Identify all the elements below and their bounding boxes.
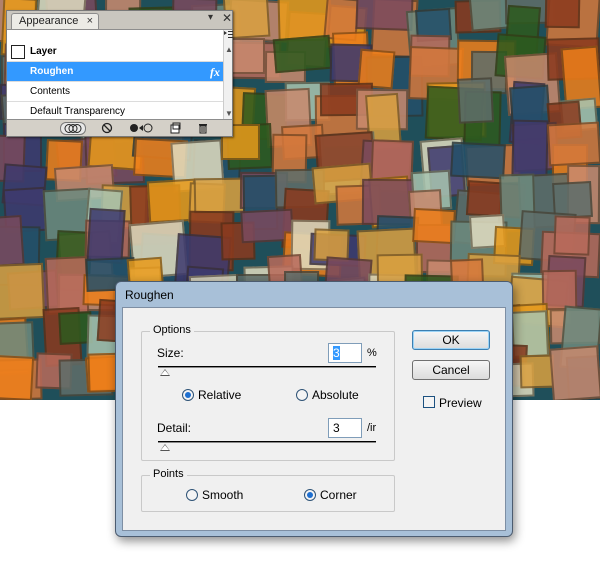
size-slider-thumb[interactable] bbox=[160, 369, 170, 376]
artwork-patch bbox=[230, 37, 266, 74]
artwork-patch bbox=[86, 208, 126, 265]
detail-slider-track[interactable] bbox=[158, 441, 376, 443]
list-item-contents[interactable]: Contents bbox=[7, 82, 223, 102]
list-item-layer[interactable]: Layer bbox=[7, 42, 223, 62]
list-item-label: Contents bbox=[30, 86, 71, 97]
points-legend: Points bbox=[150, 468, 187, 480]
detail-label: Detail: bbox=[157, 421, 192, 435]
artwork-patch bbox=[467, 0, 510, 33]
size-input[interactable]: 3 bbox=[328, 343, 362, 363]
artwork-patch bbox=[546, 121, 600, 167]
points-group: Points Smooth Corner bbox=[141, 468, 395, 512]
reduce-icon[interactable] bbox=[128, 122, 154, 135]
artwork-patch bbox=[0, 214, 25, 267]
artwork-patch bbox=[549, 345, 600, 400]
detail-unit: /ir bbox=[367, 422, 377, 434]
options-group: Options Size: 3 % Relative Absolute Deta… bbox=[141, 324, 395, 461]
smooth-radio[interactable] bbox=[186, 489, 198, 501]
relative-radio[interactable] bbox=[182, 389, 194, 401]
options-legend: Options bbox=[150, 324, 194, 336]
panel-close-icon[interactable]: ✕ bbox=[222, 11, 232, 25]
corner-radio-label[interactable]: Corner bbox=[320, 488, 357, 502]
panel-toolbar bbox=[7, 119, 232, 136]
artwork-patch bbox=[0, 262, 45, 320]
size-label: Size: bbox=[157, 346, 184, 360]
size-value: 3 bbox=[333, 346, 340, 360]
roughen-dialog: Roughen Options Size: 3 % Relative Absol… bbox=[115, 281, 513, 537]
artwork-patch bbox=[194, 177, 247, 214]
artwork-patch bbox=[544, 0, 581, 29]
detail-value: 3 bbox=[333, 421, 340, 435]
panel-titlebar: Appearance × ▾ ✕ bbox=[7, 11, 232, 30]
dialog-title: Roughen bbox=[125, 288, 174, 302]
panel-scrollbar[interactable]: ▲ ▼ bbox=[223, 30, 233, 120]
artwork-patch bbox=[511, 119, 549, 177]
preview-checkbox-label[interactable]: Preview bbox=[439, 396, 482, 410]
list-item-label: Roughen bbox=[30, 66, 74, 77]
tab-appearance-label: Appearance bbox=[19, 15, 79, 27]
size-slider-track[interactable] bbox=[158, 366, 376, 368]
delete-icon[interactable] bbox=[196, 122, 210, 135]
scroll-up-icon[interactable]: ▲ bbox=[225, 45, 233, 54]
fx-icon[interactable]: fx bbox=[210, 62, 220, 82]
tab-appearance[interactable]: Appearance × bbox=[11, 13, 99, 30]
detail-slider-thumb[interactable] bbox=[160, 444, 170, 451]
artwork-patch bbox=[450, 141, 507, 180]
tab-close-icon[interactable]: × bbox=[87, 14, 93, 29]
artwork-patch bbox=[457, 77, 495, 124]
panel-menu-icon[interactable] bbox=[224, 30, 233, 40]
corner-radio[interactable] bbox=[304, 489, 316, 501]
ok-button[interactable]: OK bbox=[412, 330, 490, 350]
panel-minimize-icon[interactable]: ▾ bbox=[208, 12, 213, 23]
display-circles-icon[interactable] bbox=[60, 122, 86, 135]
list-item-label: Layer bbox=[30, 46, 57, 57]
detail-input[interactable]: 3 bbox=[328, 418, 362, 438]
clear-icon[interactable] bbox=[100, 122, 114, 135]
duplicate-icon[interactable] bbox=[168, 122, 182, 135]
artwork-patch bbox=[0, 355, 34, 400]
cancel-button[interactable]: Cancel bbox=[412, 360, 490, 380]
artwork-patch bbox=[355, 0, 414, 32]
absolute-radio-label[interactable]: Absolute bbox=[312, 388, 359, 402]
preview-checkbox[interactable] bbox=[423, 396, 435, 408]
relative-radio-label[interactable]: Relative bbox=[198, 388, 241, 402]
smooth-radio-label[interactable]: Smooth bbox=[202, 488, 243, 502]
dialog-content: Options Size: 3 % Relative Absolute Deta… bbox=[122, 307, 506, 531]
appearance-panel: Appearance × ▾ ✕ Layer Roughen fx Conten… bbox=[6, 10, 233, 137]
list-item-roughen[interactable]: Roughen fx bbox=[7, 62, 223, 82]
size-unit: % bbox=[367, 347, 377, 359]
artwork-patch bbox=[272, 34, 333, 74]
artwork-patch bbox=[553, 215, 592, 256]
appearance-list: Layer Roughen fx Contents Default Transp… bbox=[7, 29, 233, 122]
absolute-radio[interactable] bbox=[296, 389, 308, 401]
layer-swatch-icon bbox=[11, 45, 25, 59]
scroll-down-icon[interactable]: ▼ bbox=[225, 109, 233, 118]
